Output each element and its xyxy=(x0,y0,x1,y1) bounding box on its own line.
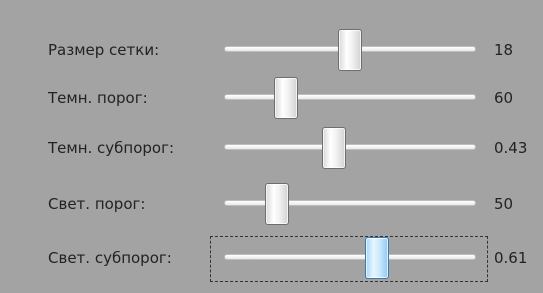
slider-thumb-grid-size[interactable] xyxy=(338,29,362,71)
slider-value: 60 xyxy=(494,89,514,107)
slider-track-light-threshold[interactable] xyxy=(224,200,476,206)
slider-label: Темн. субпорог: xyxy=(48,139,175,157)
slider-thumb-dark-subthreshold[interactable] xyxy=(322,127,346,169)
slider-thumb-dark-threshold[interactable] xyxy=(274,77,298,119)
slider-row-light-subthreshold: Свет. субпорог: 0.61 xyxy=(0,233,543,283)
slider-value: 18 xyxy=(494,41,514,59)
slider-track-dark-threshold[interactable] xyxy=(224,94,476,100)
slider-row-dark-threshold: Темн. порог: 60 xyxy=(0,73,543,123)
slider-thumb-light-threshold[interactable] xyxy=(265,183,289,225)
slider-value: 0.43 xyxy=(494,139,528,157)
slider-track-light-subthreshold[interactable] xyxy=(224,254,476,260)
slider-track-dark-subthreshold[interactable] xyxy=(224,144,476,150)
slider-label: Свет. субпорог: xyxy=(48,249,172,267)
slider-value: 0.61 xyxy=(494,249,528,267)
slider-row-dark-subthreshold: Темн. субпорог: 0.43 xyxy=(0,123,543,173)
slider-label: Размер сетки: xyxy=(48,41,160,59)
slider-row-grid-size: Размер сетки: 18 xyxy=(0,25,543,75)
slider-row-light-threshold: Свет. порог: 50 xyxy=(0,179,543,229)
slider-value: 50 xyxy=(494,195,514,213)
settings-panel: Размер сетки: 18 Темн. порог: 60 Темн. с… xyxy=(0,0,543,293)
slider-label: Свет. порог: xyxy=(48,195,146,213)
slider-label: Темн. порог: xyxy=(48,89,148,107)
slider-thumb-light-subthreshold[interactable] xyxy=(365,237,389,279)
